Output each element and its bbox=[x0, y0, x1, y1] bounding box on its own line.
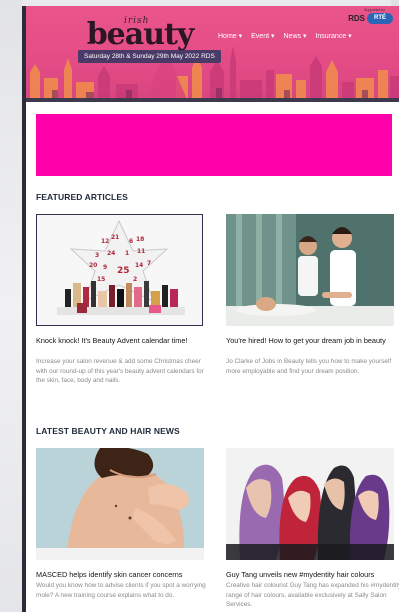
rte-logo[interactable]: RTÉ bbox=[367, 13, 393, 24]
partner-caption: Supported by bbox=[364, 8, 385, 12]
svg-text:3: 3 bbox=[95, 252, 99, 259]
newsletter-email: irish beauty Saturday 28th & Sunday 29th… bbox=[22, 6, 399, 612]
skin-check-illustration bbox=[36, 448, 204, 560]
advert-banner[interactable] bbox=[36, 114, 392, 176]
main-nav: Home ▾ Event ▾ News ▾ Insurance ▾ bbox=[218, 32, 352, 40]
svg-text:25: 25 bbox=[117, 266, 130, 276]
svg-text:9: 9 bbox=[103, 264, 107, 271]
featured-article-title-1[interactable]: Knock knock! It's Beauty Advent calendar… bbox=[36, 336, 206, 346]
news-article-desc-2: Creative hair colourist Guy Tang has exp… bbox=[226, 582, 399, 609]
news-article-desc-1: Would you know how to advise clients if … bbox=[36, 582, 206, 599]
svg-text:2: 2 bbox=[133, 276, 137, 283]
svg-text:18: 18 bbox=[136, 236, 144, 243]
svg-text:20: 20 bbox=[89, 262, 97, 269]
nav-item-home[interactable]: Home ▾ bbox=[218, 32, 242, 40]
svg-text:15: 15 bbox=[97, 276, 105, 283]
hero-bottom-bar bbox=[26, 98, 399, 102]
svg-text:12: 12 bbox=[101, 238, 109, 245]
advent-calendar-image[interactable]: 12 21 6 18 3 24 1 11 20 9 25 14 7 15 2 bbox=[36, 214, 203, 326]
svg-text:14: 14 bbox=[135, 262, 143, 269]
hair-colours-illustration bbox=[226, 448, 394, 560]
news-article-title-2[interactable]: Guy Tang unveils new #mydentity hair col… bbox=[226, 570, 399, 580]
nav-item-event[interactable]: Event ▾ bbox=[251, 32, 274, 40]
hair-colours-image[interactable] bbox=[226, 448, 394, 560]
featured-article-desc-1: Increase your salon revenue & add some C… bbox=[36, 358, 204, 385]
event-dates: Saturday 28th & Sunday 29th May 2022 RDS bbox=[78, 50, 221, 63]
featured-article-desc-2: Jo Clarke of Jobs in Beauty tells you ho… bbox=[226, 358, 392, 375]
svg-text:6: 6 bbox=[129, 238, 133, 245]
advent-calendar-illustration: 12216 18 3 24 1 11 20 9 2514 7 15 2 bbox=[57, 219, 185, 315]
news-section-title: LATEST BEAUTY AND HAIR NEWS bbox=[36, 426, 180, 436]
page-background-left bbox=[0, 0, 22, 612]
hero-header: irish beauty Saturday 28th & Sunday 29th… bbox=[26, 6, 399, 102]
spa-treatment-image[interactable] bbox=[226, 214, 394, 326]
spa-treatment-illustration bbox=[226, 214, 394, 326]
skin-check-image[interactable] bbox=[36, 448, 204, 560]
logo-small-text: irish bbox=[124, 16, 150, 26]
news-article-title-1[interactable]: MASCED helps identify skin cancer concer… bbox=[36, 570, 208, 580]
rds-logo[interactable]: RDS bbox=[348, 14, 365, 23]
nav-item-insurance[interactable]: Insurance ▾ bbox=[315, 32, 351, 40]
featured-article-title-2[interactable]: You're hired! How to get your dream job … bbox=[226, 336, 398, 346]
svg-text:24: 24 bbox=[107, 250, 115, 257]
svg-text:1: 1 bbox=[125, 250, 129, 257]
svg-text:21: 21 bbox=[111, 234, 119, 241]
irish-beauty-logo[interactable]: irish beauty bbox=[80, 16, 200, 50]
featured-section-title: FEATURED ARTICLES bbox=[36, 192, 128, 202]
svg-text:11: 11 bbox=[137, 248, 145, 255]
nav-item-news[interactable]: News ▾ bbox=[284, 32, 307, 40]
svg-text:7: 7 bbox=[147, 260, 151, 267]
